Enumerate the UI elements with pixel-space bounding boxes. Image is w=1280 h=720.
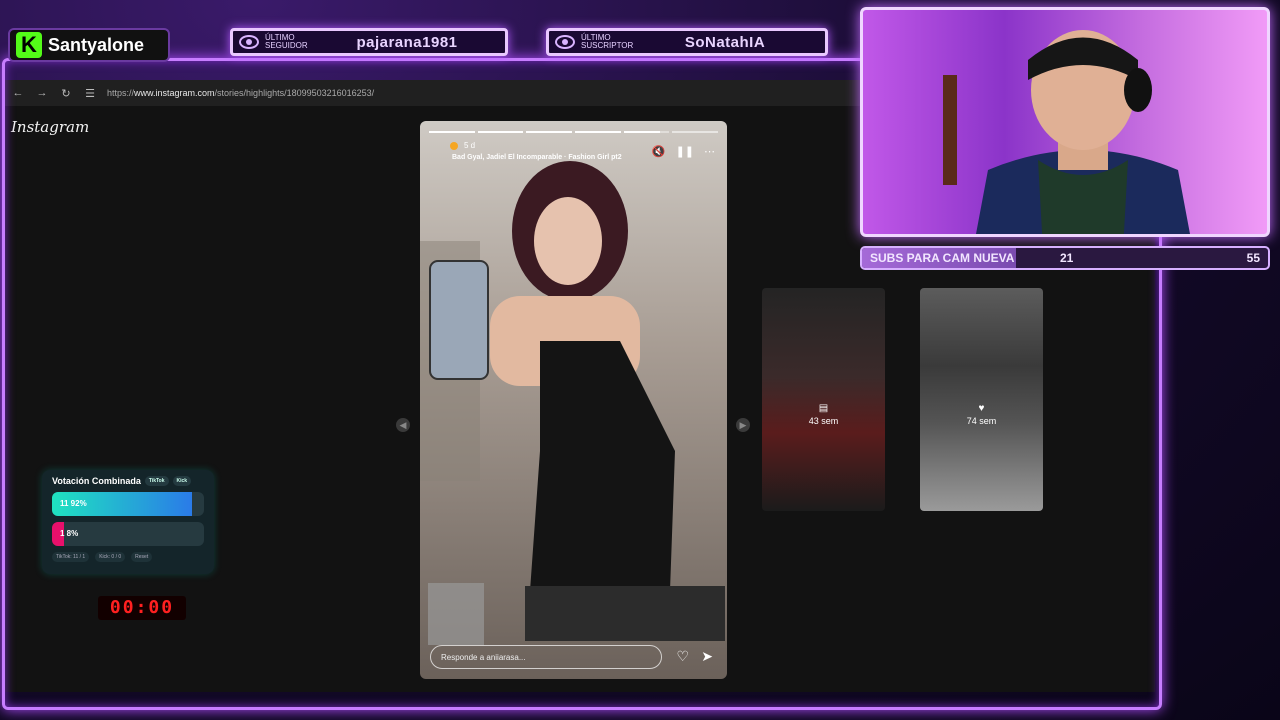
streamer-image [943,30,1190,234]
vote-option-1: 11 92% [52,492,204,516]
channel-name: Santyalone [48,34,145,55]
vote-reset: Reset [131,552,153,562]
eye-icon [555,35,575,49]
subs-goal-target: 55 [1246,251,1260,265]
last-follower-label: ÚLTIMO SEGUIDOR [265,33,308,50]
vote-kick-count: Kick: 0 / 0 [95,552,126,562]
vote-tiktok-count: TikTok: 11 / 1 [52,552,90,562]
kick-chip: Kick [172,476,192,486]
subs-goal-current: 21 [1060,251,1074,265]
last-follower-name: pajarana1981 [356,33,458,51]
webcam-feed [860,7,1270,237]
vote-widget: Votación Combinada TikTok Kick 11 92% 1 … [42,470,214,574]
subs-goal-bar: SUBS PARA CAM NUEVA 21 55 [860,246,1270,270]
tiktok-chip: TikTok [144,476,169,486]
subs-goal-label: SUBS PARA CAM NUEVA [870,251,1015,265]
channel-badge: K Santyalone [8,28,170,62]
last-follower-bar: ÚLTIMO SEGUIDOR pajarana1981 [230,28,508,56]
eye-icon [239,35,259,49]
last-subscriber-bar: ÚLTIMO SUSCRIPTOR SoNatahIA [546,28,828,56]
vote-footer: TikTok: 11 / 1 Kick: 0 / 0 Reset [52,552,204,562]
vote-option-2: 1 8% [52,522,204,546]
kick-logo-icon: K [16,32,42,58]
countdown-timer: 00:00 [98,596,186,620]
last-subscriber-label: ÚLTIMO SUSCRIPTOR [581,33,634,50]
vote-title: Votación Combinada TikTok Kick [52,476,204,486]
last-subscriber-name: SoNatahIA [684,33,766,51]
